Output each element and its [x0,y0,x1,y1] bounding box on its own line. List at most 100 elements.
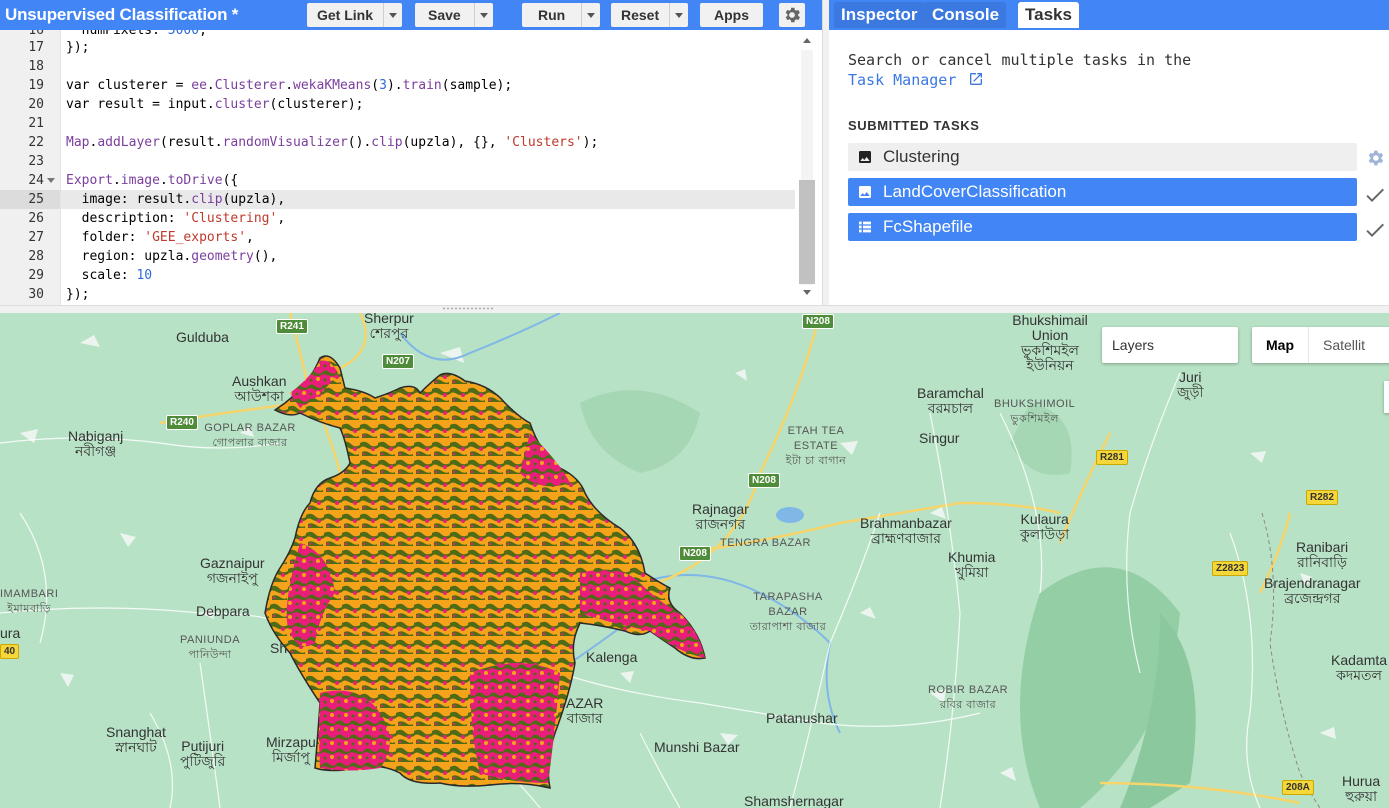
apps-label: Apps [714,7,749,23]
line-number: 19 [28,78,44,93]
place-label: Rajnagar রাজনগর [692,501,749,532]
chevron-down-icon [587,12,596,18]
run-dropdown[interactable] [581,3,600,27]
code-editor[interactable]: 16 17 18 19 20 21 22 23 24 25 26 27 28 2… [0,30,822,305]
run-button[interactable]: Run [522,3,601,27]
tab-tasks[interactable]: Tasks [1018,2,1079,28]
save-label: Save [428,7,461,23]
tasks-info: Search or cancel multiple tasks in the T… [848,50,1191,90]
code-line[interactable]: region: upzla.geometry(), [66,247,278,266]
line-number: 21 [28,116,44,131]
map-type-control: Map Satellit [1252,327,1389,363]
get-link-dropdown[interactable] [383,3,402,27]
task-name: Clustering [883,147,960,166]
code-line[interactable]: image: result.clip(upzla), [66,190,286,209]
place-label: Patanushar [766,710,838,726]
code-line[interactable]: description: 'Clustering', [66,209,286,228]
place-label: Shamshernagar [744,793,844,808]
layers-control[interactable]: Layers [1102,327,1238,363]
place-label: Mirzapu মির্জাপু [266,734,316,765]
line-number: 18 [28,59,44,74]
tab-inspector[interactable]: Inspector [834,2,925,28]
code-line[interactable]: var clusterer = ee.Clusterer.wekaKMeans(… [66,76,512,95]
task-name: FcShapefile [883,217,973,236]
line-number: 17 [28,40,44,55]
road-shield: 40 [0,644,20,659]
save-dropdown[interactable] [473,3,493,27]
map-view[interactable]: R241 N207 N208 R240 N208 N208 R281 R282 … [0,313,1389,808]
place-label: BHUKSHIMOIL ভুকশিমইল [994,398,1076,425]
settings-button[interactable] [779,3,805,27]
tab-console[interactable]: Console [925,2,1007,28]
checkmark-icon [1366,223,1384,237]
place-label: Munshi Bazar [654,739,740,755]
table-icon [856,219,874,235]
reset-button[interactable]: Reset [611,3,689,27]
place-label: Kalenga [586,649,638,665]
line-number: 29 [28,268,44,283]
code-line[interactable]: var result = input.cluster(clusterer); [66,95,363,114]
reset-dropdown[interactable] [669,3,688,27]
apps-button[interactable]: Apps [700,3,763,27]
place-label: Ranibari রানিবাড়ি [1296,539,1349,570]
place-label: Kulaura কুলাউড়া [1020,511,1070,542]
chevron-down-icon [675,12,684,18]
map-type-satellite-button[interactable]: Satellit [1309,327,1379,363]
place-label: Khumia খুমিয়া [948,549,996,580]
road-shield: 208A [1282,780,1314,795]
place-label: Brahmanbazar ব্রাহ্মণবাজার [860,515,952,546]
place-label: ETAH TEA ESTATE ইটা চা বাগান [785,425,847,467]
drag-handle-icon[interactable] [442,307,494,312]
reset-label: Reset [621,7,660,23]
place-label: Aushkan আউশকা [232,373,287,404]
road-shield: Z2823 [1212,561,1249,576]
scroll-up-icon[interactable] [803,38,811,43]
line-number: 23 [28,154,44,169]
task-item[interactable]: LandCoverClassification [848,178,1357,206]
code-line[interactable]: }); [66,285,89,304]
fold-toggle-icon[interactable] [47,178,55,183]
map-side-control[interactable] [1384,381,1389,413]
line-number: 20 [28,97,44,112]
run-label: Run [538,7,566,23]
line-number: 24 [28,173,44,188]
get-link-button[interactable]: Get Link [307,3,403,27]
place-label: AZAR বাজার [566,695,604,726]
external-link-icon[interactable] [968,71,984,87]
task-item[interactable]: FcShapefile [848,213,1357,241]
place-label: Snanghat স্নানঘাট [106,724,166,755]
gear-icon [785,7,800,23]
task-manager-link[interactable]: Task Manager [848,70,1191,90]
line-number: 26 [28,211,44,226]
image-icon [856,149,874,165]
tasks-info-text: Search or cancel multiple tasks in the [848,51,1192,69]
code-line[interactable]: folder: 'GEE_exports', [66,228,254,247]
code-line[interactable]: Export.image.toDrive({ [66,171,238,190]
get-link-label: Get Link [317,7,374,23]
task-item[interactable]: Clustering [848,143,1357,171]
code-line[interactable]: }); [66,38,89,57]
line-number: 25 [28,192,44,207]
editor-scrollbar[interactable] [797,30,817,305]
code-line[interactable]: scale: 10 [66,266,152,285]
place-label: Hurua হুরুয়া [1342,773,1381,804]
place-label: Sh [270,640,288,656]
save-button[interactable]: Save [415,3,493,27]
scroll-down-icon[interactable] [803,290,811,295]
place-label: ROBIR BAZAR রবির বাজার [928,684,1009,711]
line-number: 27 [28,230,44,245]
script-title[interactable]: Unsupervised Classification * [5,5,238,25]
map-type-map-button[interactable]: Map [1252,327,1309,363]
place-label: ura [0,625,21,641]
scrollbar-thumb[interactable] [799,180,815,284]
line-number: 30 [28,287,44,302]
place-label: Juri জুড়ী [1177,369,1204,400]
code-line[interactable]: Map.addLayer(result.randomVisualizer().c… [66,133,598,152]
place-label: GOPLAR BAZAR গোপলার বাজার [204,422,296,449]
place-label: TARAPASHA BAZAR তারাপাশা বাজার [749,591,827,633]
road-shield: R240 [166,415,198,430]
task-name: LandCoverClassification [883,182,1067,201]
task-manager-link-label[interactable]: Task Manager [848,71,956,89]
road-shield: N208 [802,314,834,329]
editor-header: Unsupervised Classification * Get Link S… [0,0,822,30]
